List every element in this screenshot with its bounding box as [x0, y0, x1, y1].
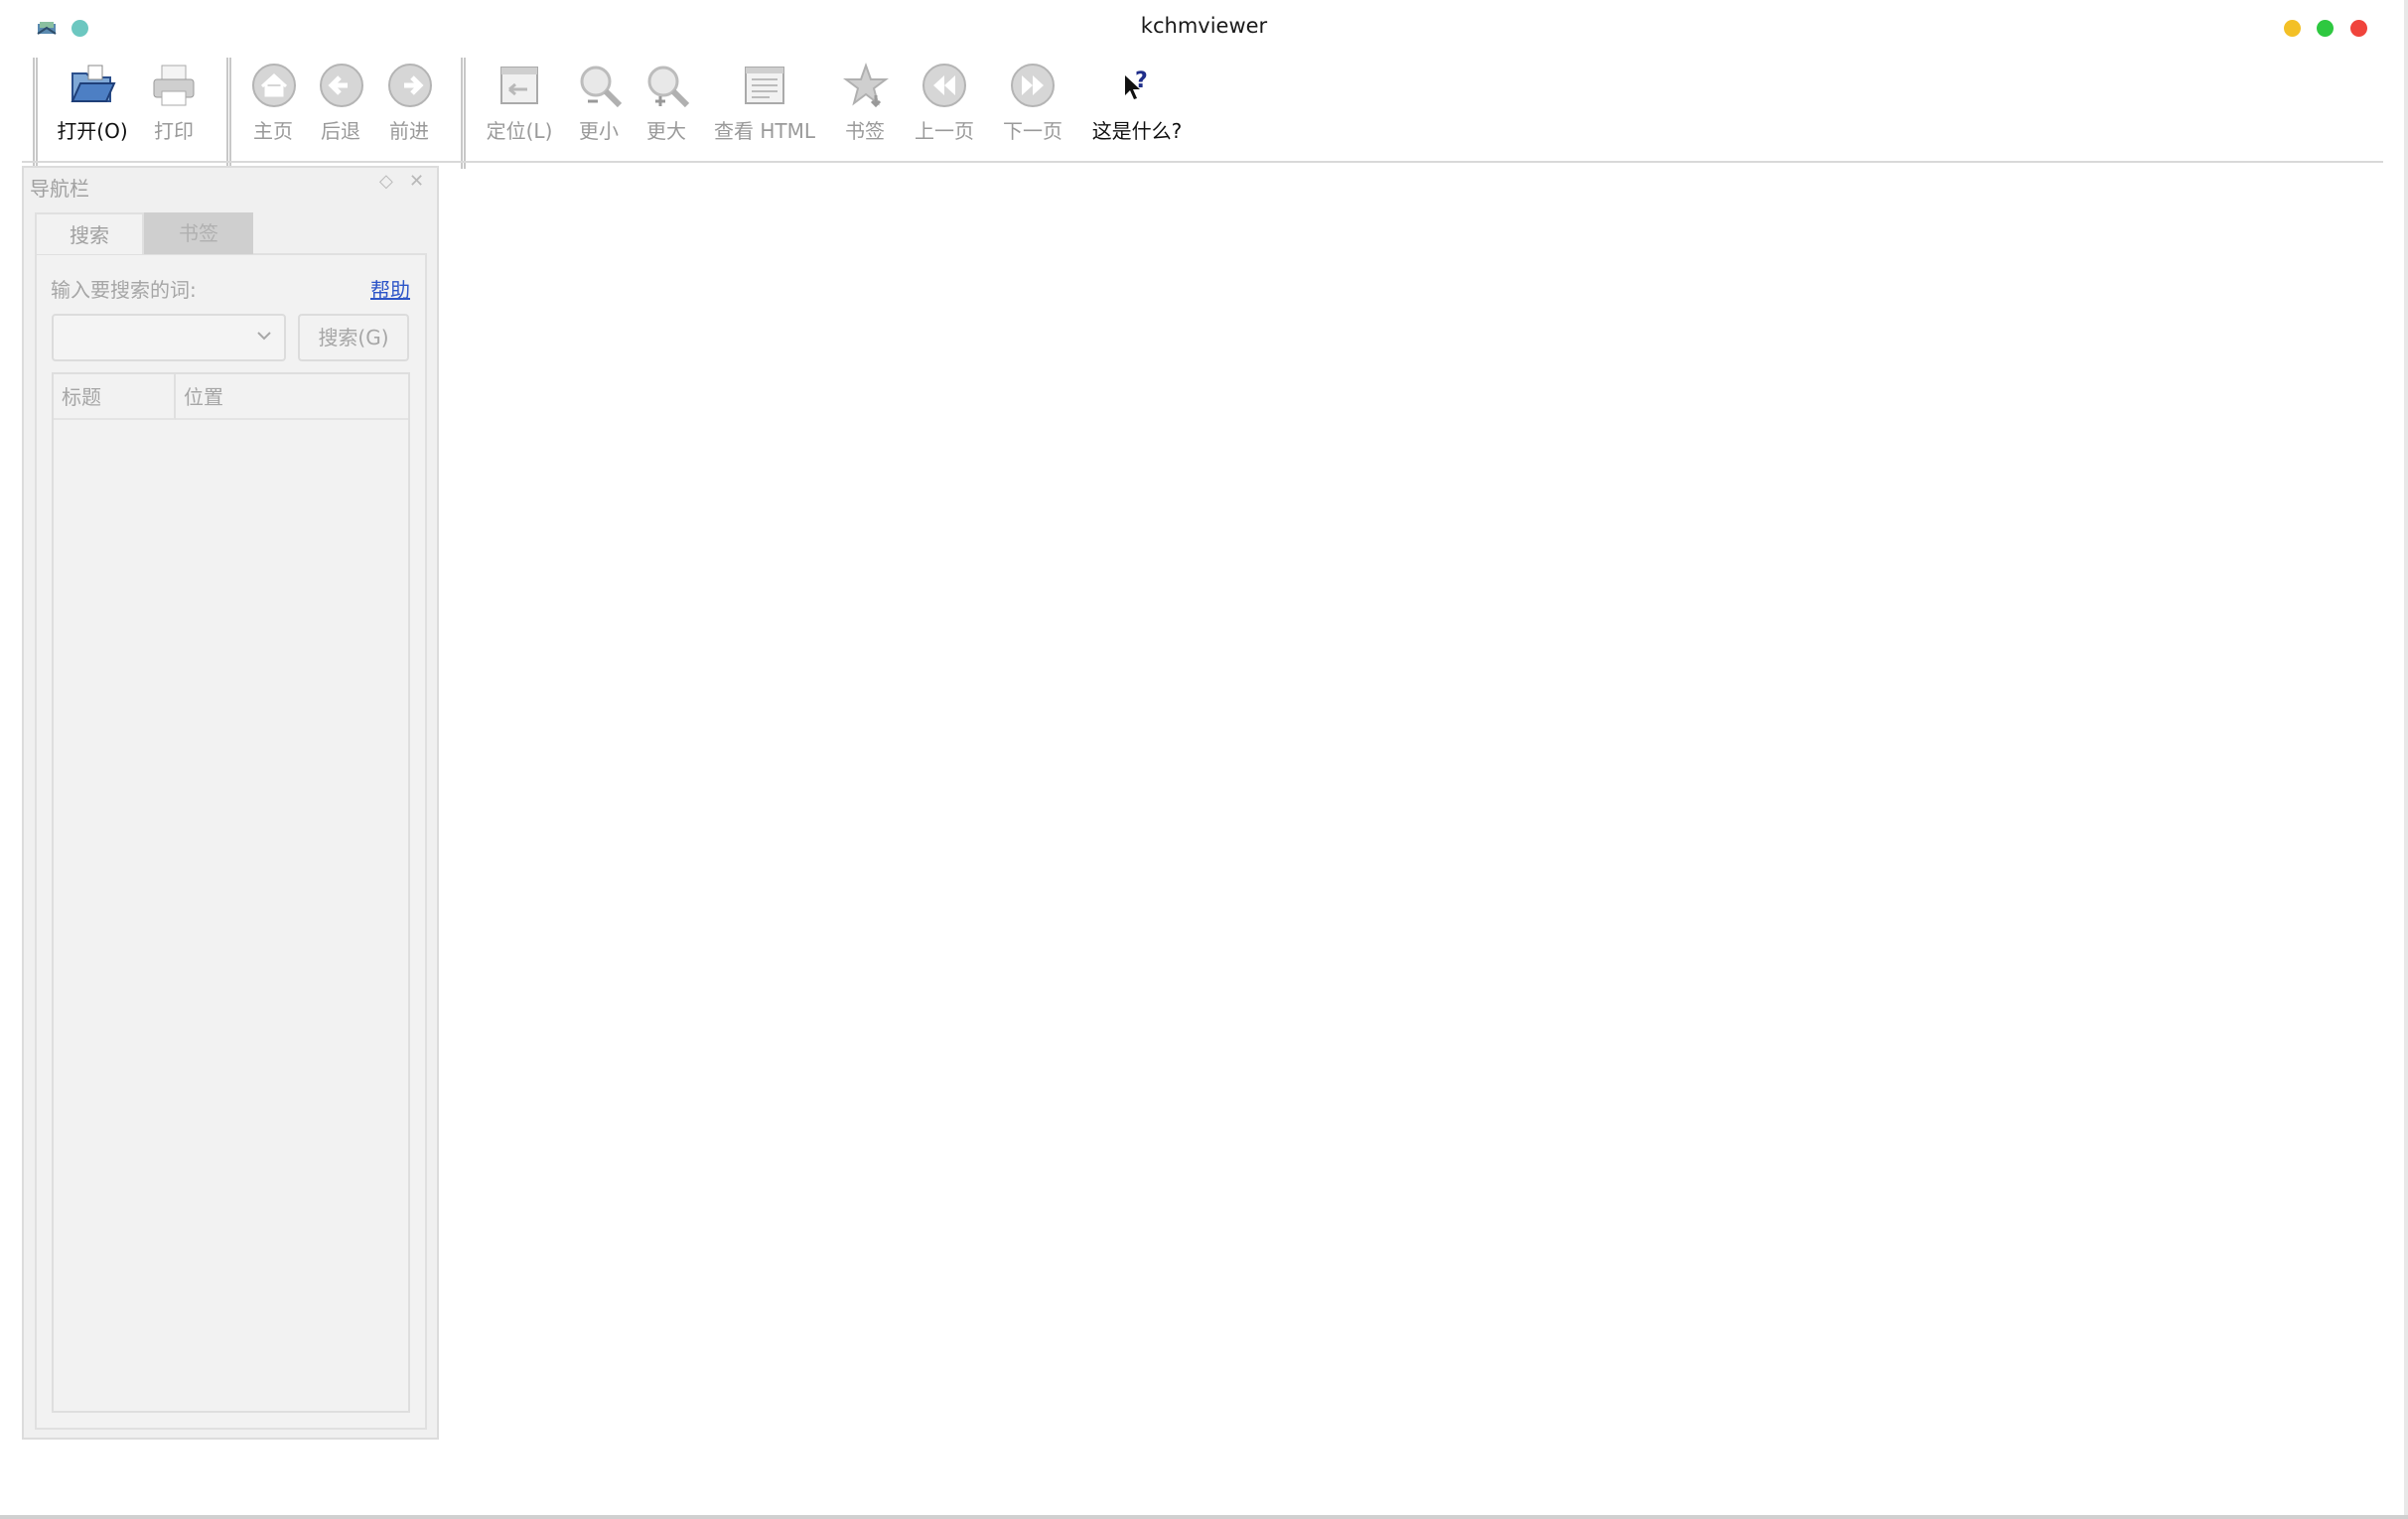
window-bottom-edge — [0, 1515, 2408, 1519]
float-icon[interactable]: ◇ — [379, 171, 393, 192]
document-html-icon — [745, 67, 784, 104]
rewind-icon — [922, 64, 966, 107]
svg-text:?: ? — [1135, 69, 1148, 93]
home-icon — [252, 64, 296, 107]
star-bookmark-icon — [843, 63, 889, 108]
forward-label: 前进 — [389, 119, 429, 143]
view-html-button[interactable]: 查看 HTML — [713, 62, 816, 144]
minimize-button[interactable] — [2284, 20, 2301, 37]
print-button[interactable]: 打印 — [149, 62, 199, 144]
window-title: kchmviewer — [1140, 14, 1268, 38]
bookmark-button[interactable]: 书签 — [842, 62, 889, 144]
toolbar-divider — [22, 161, 2383, 163]
back-label: 后退 — [321, 119, 360, 143]
toolbar-handle[interactable] — [226, 58, 231, 169]
search-button[interactable]: 搜索(G) — [298, 314, 409, 361]
column-header-title[interactable]: 标题 — [54, 374, 176, 420]
arrow-left-icon — [320, 64, 363, 107]
search-prompt-label: 输入要搜索的词: — [51, 278, 197, 302]
tab-bookmarks[interactable]: 书签 — [144, 212, 253, 254]
home-label: 主页 — [253, 119, 293, 143]
zoom-out-label: 更小 — [579, 119, 619, 143]
search-input[interactable] — [52, 314, 286, 361]
toolbar-handle[interactable] — [33, 58, 38, 169]
column-header-location[interactable]: 位置 — [176, 374, 408, 420]
dock-close-icon[interactable]: ✕ — [409, 171, 424, 192]
back-button[interactable]: 后退 — [318, 62, 363, 144]
print-label: 打印 — [154, 119, 194, 143]
view-html-label: 查看 HTML — [713, 119, 815, 143]
forward-button[interactable]: 前进 — [386, 62, 432, 144]
whats-this-button[interactable]: ? 这是什么? — [1089, 62, 1185, 144]
locate-label: 定位(L) — [486, 119, 553, 143]
zoom-in-label: 更大 — [646, 119, 686, 143]
printer-icon — [153, 65, 195, 106]
whats-this-icon: ? — [1125, 69, 1148, 99]
next-page-label: 下一页 — [1003, 119, 1062, 143]
open-button[interactable]: 打开(O) — [56, 62, 129, 144]
next-page-button[interactable]: 下一页 — [1000, 62, 1065, 144]
whats-this-label: 这是什么? — [1091, 119, 1183, 143]
zoom-out-button[interactable]: 更小 — [576, 62, 623, 144]
zoom-in-button[interactable]: 更大 — [643, 62, 690, 144]
zoom-in-icon — [647, 66, 690, 108]
close-button[interactable] — [2350, 20, 2367, 37]
chevron-down-icon[interactable] — [254, 326, 274, 345]
locate-button[interactable]: 定位(L) — [485, 62, 554, 144]
toolbar-handle[interactable] — [461, 58, 466, 169]
help-link[interactable]: 帮助 — [370, 274, 410, 303]
tab-search[interactable]: 搜索 — [35, 212, 144, 254]
prev-page-label: 上一页 — [915, 119, 974, 143]
zoom-out-icon — [580, 66, 623, 108]
fast-forward-icon — [1011, 64, 1055, 107]
bookmark-label: 书签 — [845, 119, 885, 143]
folder-open-icon — [71, 65, 116, 102]
home-button[interactable]: 主页 — [250, 62, 296, 144]
maximize-button[interactable] — [2317, 20, 2334, 37]
open-label: 打开(O) — [57, 119, 128, 143]
prev-page-button[interactable]: 上一页 — [912, 62, 977, 144]
window-edge — [2404, 0, 2408, 1519]
locate-icon — [500, 67, 538, 104]
dock-title: 导航栏 — [30, 177, 89, 201]
arrow-right-icon — [388, 64, 432, 107]
results-table: 标题 位置 — [52, 372, 410, 1413]
